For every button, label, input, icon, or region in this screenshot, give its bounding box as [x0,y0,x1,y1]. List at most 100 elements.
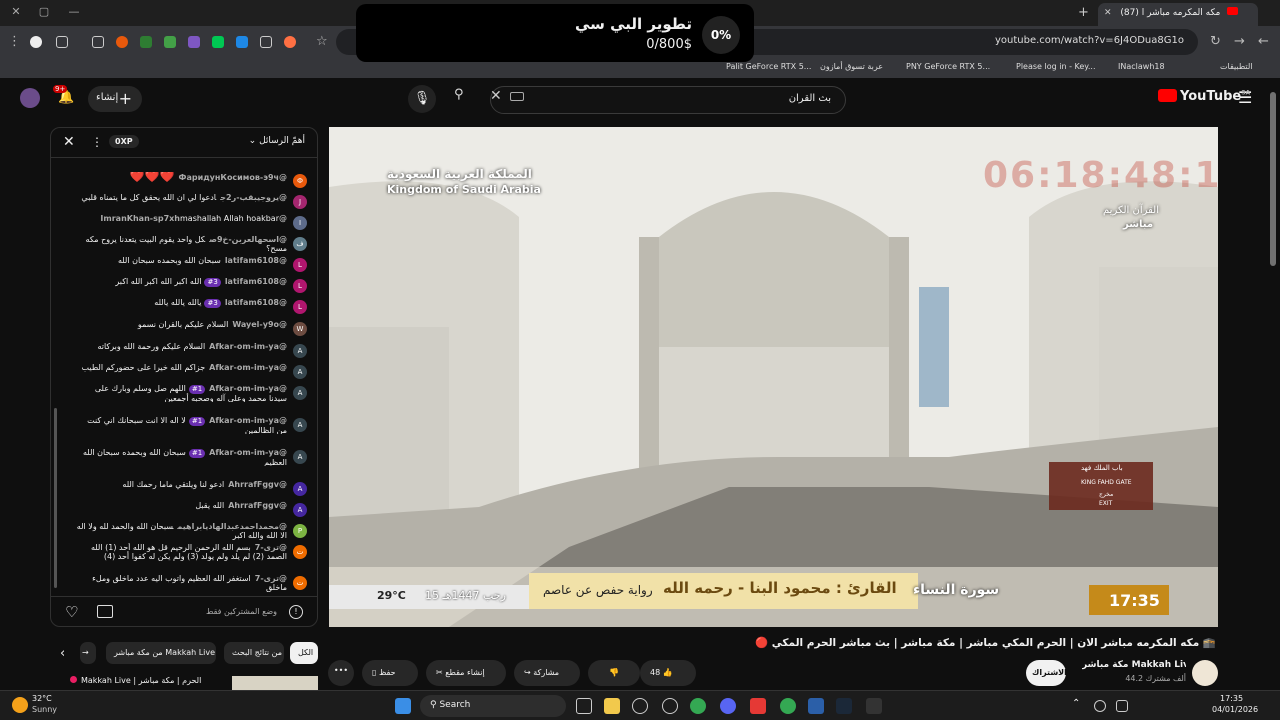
chat-avatar[interactable]: ت [293,545,307,559]
clear-search-icon[interactable]: ✕ [490,88,502,104]
chat-author[interactable]: @Wayel-y9o [232,320,287,329]
chat-author[interactable]: @latifam6108 [225,256,287,265]
bookmark-star-icon[interactable]: ☆ [316,34,328,49]
clip-button[interactable]: ✂ إنشاء مقطع [426,660,506,686]
chat-avatar[interactable]: A [293,450,307,464]
extension-orange-icon[interactable] [116,36,128,48]
app-red-icon[interactable] [750,698,766,714]
profile-icon[interactable] [30,36,42,48]
close-window-icon[interactable]: ✕ [8,5,24,21]
chat-more-icon[interactable]: ⋮ [91,135,103,149]
chat-message[interactable]: A @Afkar-om-im-yaالسلام عليكم ورحمة الله … [75,342,307,360]
reload-icon[interactable]: ↻ [1210,34,1221,49]
chat-avatar[interactable]: W [293,322,307,336]
discord-icon[interactable] [720,698,736,714]
page-scrollbar[interactable] [1270,92,1276,266]
chat-message[interactable]: A @AhrrafFggvالله يقبل [75,501,307,519]
chat-message[interactable]: A @Afkar-om-im-ya#1اللهم صل وسلم وبارك عل… [75,384,307,402]
chrome-icon[interactable] [690,698,706,714]
channel-name[interactable]: مكة مباشر Makkah Live [1082,660,1186,670]
chevron-left-icon[interactable]: ‹ [60,646,65,661]
chat-message[interactable]: A @AhrrafFggvادعو لنا ويلتقي ماما رحمك ال… [75,480,307,498]
extension-blue-icon[interactable] [236,36,248,48]
chat-message[interactable]: I @ImranKhan-sp7xhmashallah Allah hoakbar [75,214,307,232]
chat-avatar[interactable]: A [293,482,307,496]
chat-author[interactable]: @يروجيبقب-ر2ج [220,193,287,202]
chat-author[interactable]: @AhrrafFggv [228,480,287,489]
network-icon[interactable] [1094,700,1106,712]
chat-message[interactable]: L @latifam6108 #3الله اكبر الله اكبر الله … [75,277,307,295]
youtube-logo[interactable]: YouTubeSA [1158,89,1250,104]
menu-dots-icon[interactable]: ⋮ [8,34,21,49]
chat-avatar[interactable]: L [293,300,307,314]
avatar[interactable] [20,88,40,108]
like-button[interactable]: 48 👍 [640,660,696,686]
bookmark-apps[interactable]: التطبيقات [1220,62,1252,71]
search-icon[interactable]: ⚲ [454,87,482,113]
notifications-bell-icon[interactable]: 🔔 9+ [53,85,74,105]
chip-all[interactable]: الكل [290,642,318,664]
chat-author[interactable]: @اسحهالعربن-خ9ص [209,235,287,244]
weather-sun-icon[interactable] [12,697,28,713]
create-button[interactable]: إنشاء + [88,86,142,112]
channel-avatar[interactable] [1192,660,1218,686]
app-icon[interactable] [632,698,648,714]
chip-more[interactable]: → [80,642,96,664]
tray-chevron-icon[interactable]: ⌃ [1072,698,1080,709]
subscribe-button[interactable]: الاشتراك [1026,660,1067,686]
chip-channel[interactable]: من مكة مباشر Makkah Live [106,642,216,664]
bookmark-item[interactable]: PNY GeForce RTX 5... [906,62,990,71]
file-explorer-icon[interactable] [604,698,620,714]
chat-avatar[interactable]: A [293,418,307,432]
chat-author[interactable]: @latifam6108 [225,277,287,286]
chat-avatar[interactable]: J [293,195,307,209]
chat-author[interactable]: @latifam6108 [225,298,287,307]
extension-globe-icon[interactable] [284,36,296,48]
minimize-window-icon[interactable]: — [66,5,82,21]
microphone-icon[interactable]: 🎙 [408,85,436,113]
task-view-icon[interactable] [576,698,592,714]
chat-message[interactable]: ت @ترى-7استغفر الله العظيم واتوب اليه عدد… [75,574,307,592]
close-tab-icon[interactable]: ✕ [1104,8,1112,18]
extension-k-icon[interactable] [164,36,176,48]
super-chat-icon[interactable] [97,605,113,618]
share-button[interactable]: ↪ مشاركة [514,660,580,686]
chat-message[interactable]: Ф @ФаридунКосимов-э9ч ❤️❤️❤️ [75,172,307,190]
extension-purple-icon[interactable] [188,36,200,48]
chat-message[interactable]: J @يروجيبقب-ر2جادعوا لي ان الله يحقق كل م… [75,193,307,211]
info-icon[interactable]: ! [289,605,303,619]
steam-icon[interactable] [836,698,852,714]
search-input[interactable]: بث القران [490,86,846,114]
taskbar-search[interactable]: ⚲ Search [420,695,566,717]
maximize-window-icon[interactable]: ▢ [36,5,52,21]
chat-message[interactable]: A @Afkar-om-im-ya#1سبحان الله وبحمده سبحا… [75,448,307,466]
chat-message[interactable]: L @latifam6108 #3يالله يالله يالله [75,298,307,316]
heart-reaction-icon[interactable]: ♡ [65,603,78,621]
chat-author[interactable]: @Afkar-om-im-ya [209,448,287,457]
chat-author[interactable]: @AhrrafFggv [228,501,287,510]
chat-author[interactable]: @Afkar-om-im-ya [209,363,287,372]
chat-author[interactable]: @محمداحمدعبدالهاديابراهيم [177,522,287,531]
chat-avatar[interactable]: A [293,365,307,379]
chip-search-results[interactable]: من نتائج البحث [224,642,284,664]
chat-avatar[interactable]: A [293,344,307,358]
bookmark-item[interactable]: Please log in - Key... [1016,62,1096,71]
windows-start-icon[interactable] [395,698,411,714]
points-badge[interactable]: 0XP [109,135,139,148]
chat-message[interactable]: L @latifam6108 سبحان الله وبحمده سبحان الل… [75,256,307,274]
volume-icon[interactable] [1116,700,1128,712]
chat-avatar[interactable]: L [293,279,307,293]
extensions-puzzle-icon[interactable] [92,36,104,48]
chat-scrollbar[interactable] [54,408,57,588]
chrome-alt-icon[interactable] [780,698,796,714]
back-icon[interactable]: ← [1258,34,1269,49]
chat-avatar[interactable]: Ф [293,174,307,188]
app-blue-icon[interactable] [808,698,824,714]
epic-games-icon[interactable] [866,698,882,714]
bookmark-item[interactable]: عربة تسوق أمازون [820,62,883,71]
chat-author[interactable]: @Afkar-om-im-ya [209,342,287,351]
close-chat-icon[interactable]: ✕ [63,134,75,150]
chat-message[interactable]: P @محمداحمدعبدالهاديابراهيمسبحان الله وال… [75,522,307,540]
chat-message[interactable]: A @Afkar-om-im-yaجزاكم الله خيرا على حضور… [75,363,307,381]
chat-author[interactable]: @Afkar-om-im-ya [209,384,287,393]
